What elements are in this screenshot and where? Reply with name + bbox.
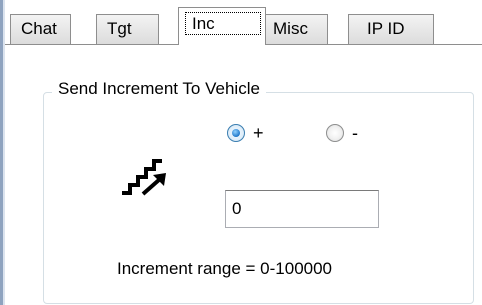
stairs-up-arrow-icon: [122, 159, 166, 196]
tab-tgt-label: Tgt: [107, 19, 132, 38]
plus-radio-label[interactable]: +: [253, 122, 264, 144]
tab-tgt[interactable]: Tgt: [96, 14, 159, 44]
tab-chat[interactable]: Chat: [10, 14, 71, 44]
increment-value-input[interactable]: [225, 190, 379, 228]
tab-chat-label: Chat: [21, 19, 57, 38]
tab-misc-label: Misc: [273, 19, 308, 38]
group-title: Send Increment To Vehicle: [52, 78, 266, 100]
tab-ip-id[interactable]: IP ID: [348, 14, 434, 44]
radio-selected-dot: [232, 129, 240, 137]
minus-radio[interactable]: [326, 124, 344, 142]
tab-misc[interactable]: Misc: [262, 14, 328, 44]
increment-range-label: Increment range = 0-100000: [117, 259, 333, 278]
minus-radio-label[interactable]: -: [352, 122, 358, 144]
tab-inc[interactable]: Inc: [178, 7, 266, 45]
plus-radio[interactable]: [227, 124, 245, 142]
tab-ip-id-label: IP ID: [367, 19, 405, 38]
tab-strip: Chat Tgt Misc IP ID Inc: [5, 0, 482, 45]
tab-inc-focus: Inc: [185, 12, 261, 35]
tab-inc-label: Inc: [192, 14, 215, 33]
